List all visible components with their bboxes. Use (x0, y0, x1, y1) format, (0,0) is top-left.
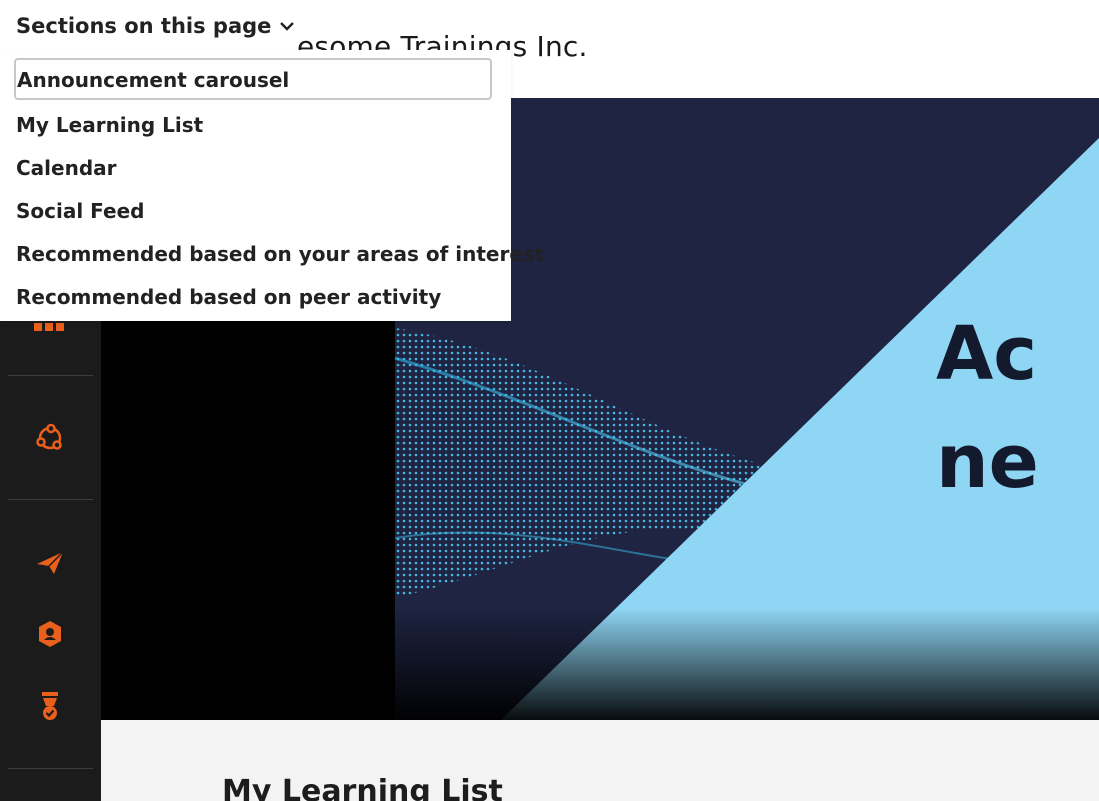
paper-plane-icon[interactable] (34, 546, 66, 578)
nav-divider (8, 499, 93, 500)
section-link-recommended-peer[interactable]: Recommended based on peer activity (16, 285, 441, 309)
section-link-my-learning-list[interactable]: My Learning List (16, 113, 203, 137)
carousel-title-line: Ac (936, 311, 1038, 397)
page-root: esome Trainings Inc. Ac ne My Learning L… (0, 0, 1099, 801)
nav-divider (8, 375, 93, 376)
award-icon[interactable] (34, 690, 66, 722)
sections-toggle-label: Sections on this page (16, 14, 272, 38)
nav-divider (8, 768, 93, 769)
section-link-social-feed[interactable]: Social Feed (16, 199, 144, 223)
main-content: My Learning List (101, 720, 1099, 801)
section-link-recommended-interests[interactable]: Recommended based on your areas of inter… (16, 242, 544, 266)
carousel-title: Ac ne (936, 300, 1039, 516)
section-link-announcement-carousel[interactable]: Announcement carousel (14, 58, 492, 100)
network-icon[interactable] (34, 422, 66, 454)
section-heading: My Learning List (222, 774, 503, 801)
chevron-down-icon (280, 22, 295, 31)
sections-on-page-toggle[interactable]: Sections on this page (16, 14, 295, 38)
badge-icon[interactable] (34, 618, 66, 650)
carousel-title-line: ne (936, 419, 1039, 505)
sections-dropdown: Announcement carousel My Learning List C… (0, 50, 544, 321)
section-link-calendar[interactable]: Calendar (16, 156, 117, 180)
